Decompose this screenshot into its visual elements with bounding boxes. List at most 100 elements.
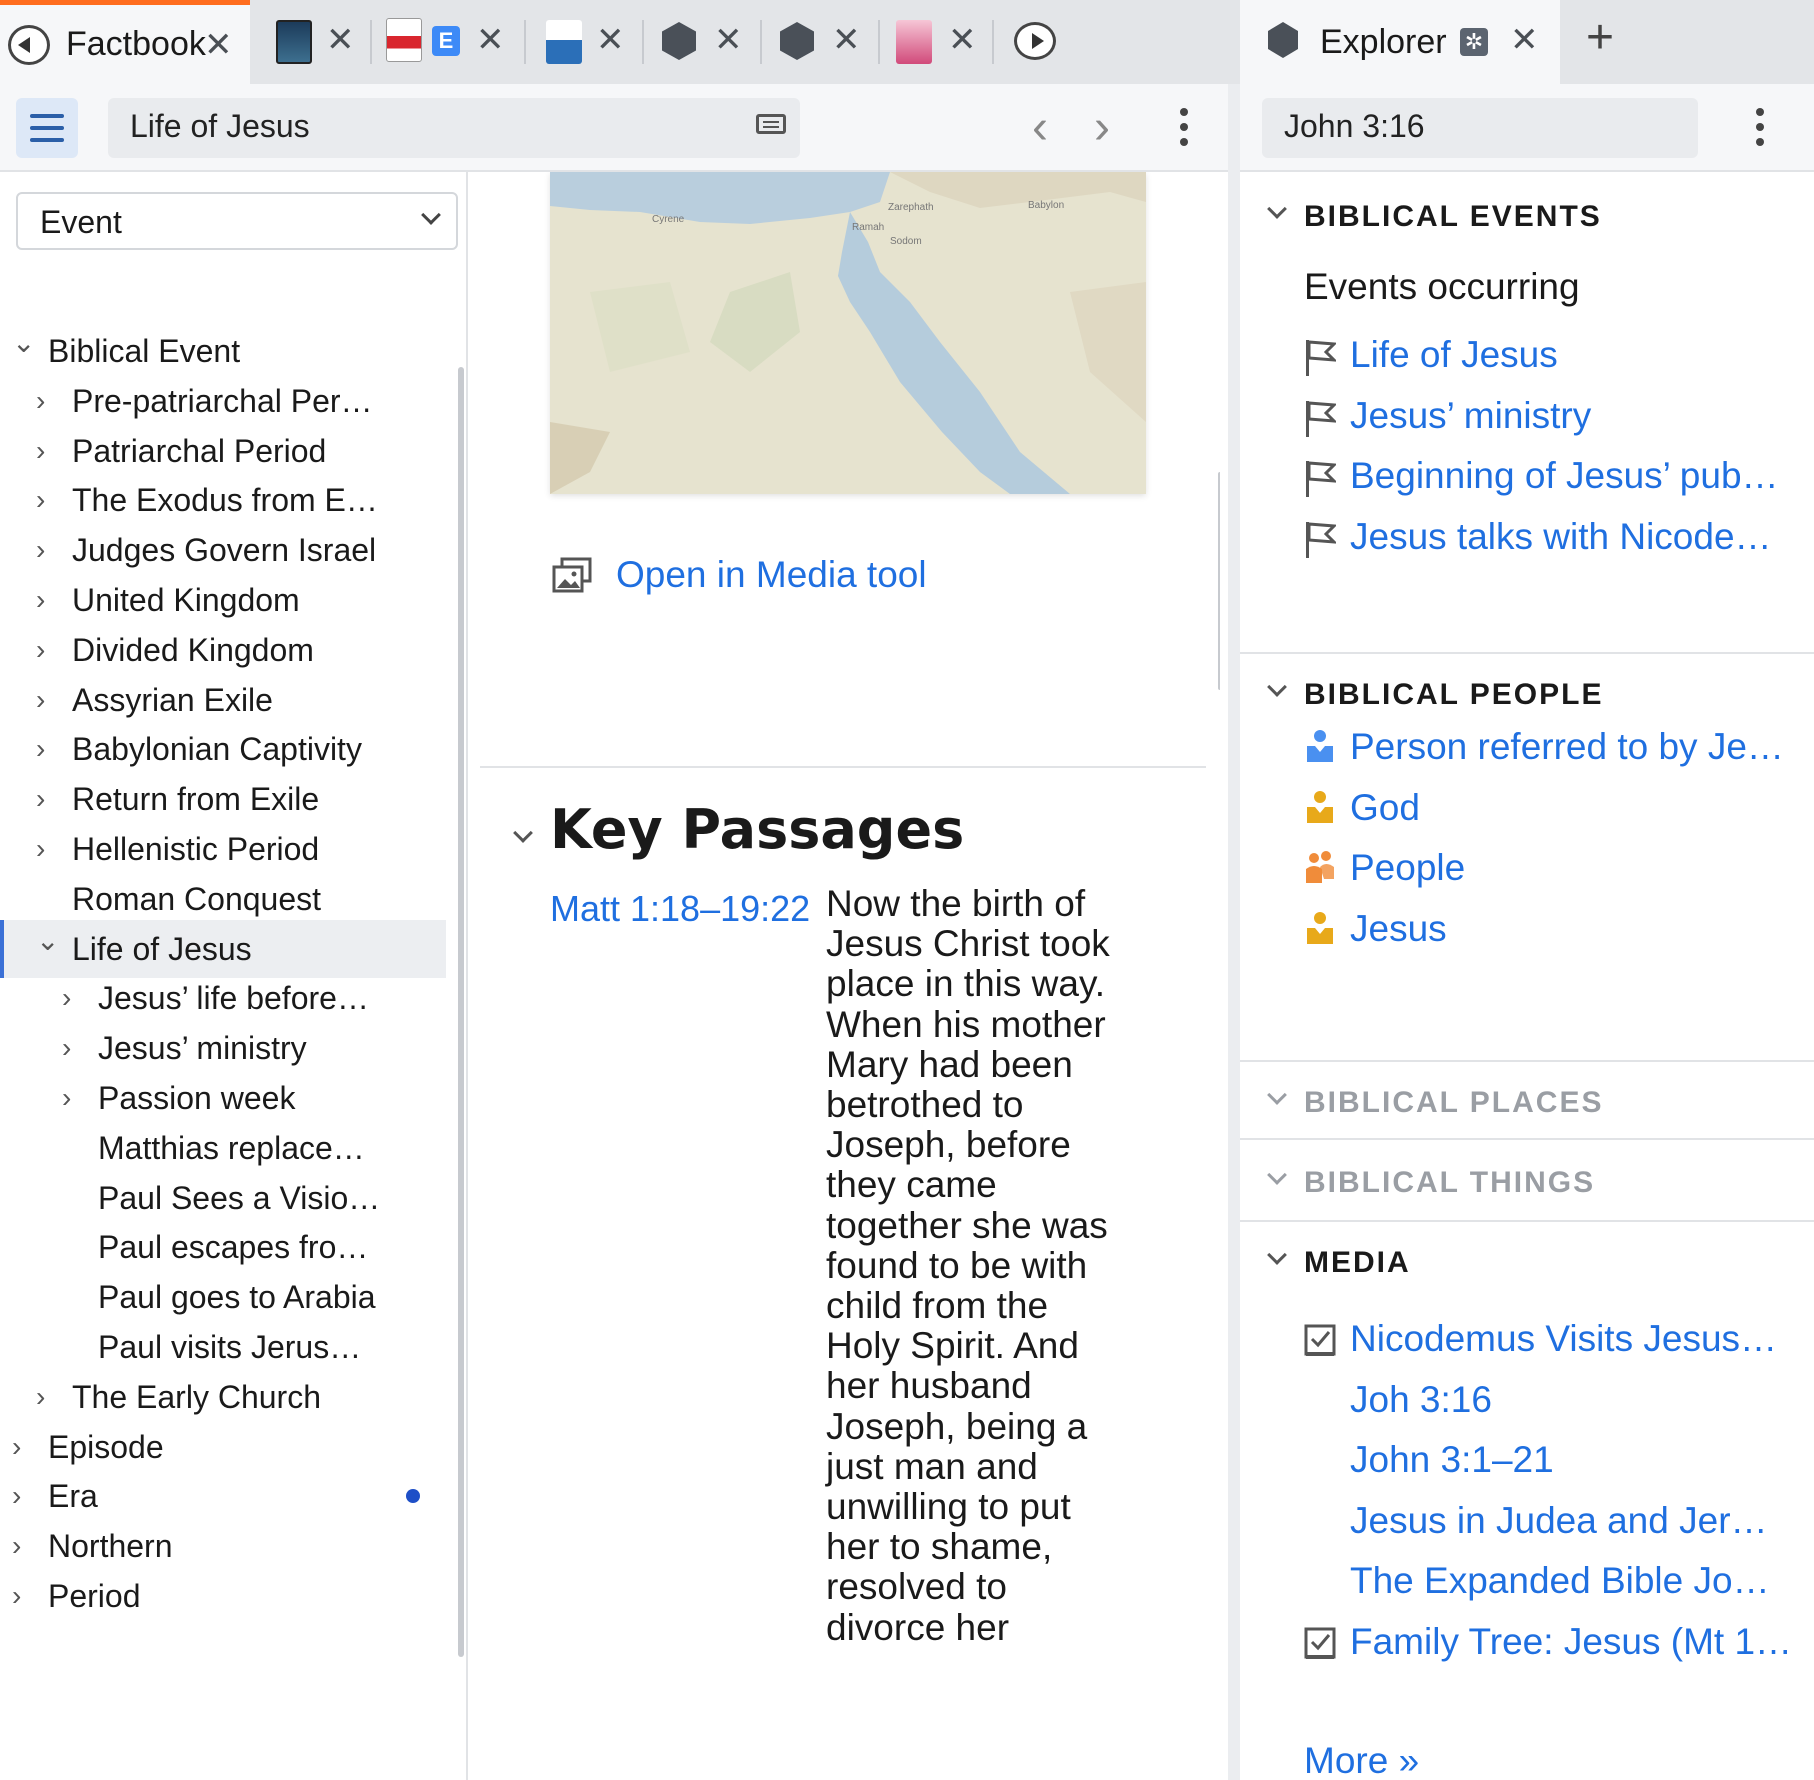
hexagon-tool-icon (662, 22, 696, 60)
chevron-right-icon[interactable]: › (12, 1567, 21, 1625)
more-link[interactable]: More » (1304, 1740, 1419, 1780)
tab-book-2[interactable]: E ✕ (372, 0, 524, 84)
tab-strip: Factbook ✕ ✕ E ✕ ✕ ✕ ✕ ✕ Explorer ✲ ✕ + (0, 0, 1814, 84)
chevron-down-icon[interactable] (1267, 1245, 1287, 1265)
person-link[interactable]: People (1350, 847, 1465, 889)
media-heading[interactable]: MEDIA (1304, 1246, 1411, 1280)
menu-icon[interactable] (16, 98, 78, 158)
book-thumbnail-icon (276, 20, 312, 64)
close-icon[interactable]: ✕ (714, 20, 743, 60)
map-label: Sodom (890, 236, 922, 247)
book-thumbnail-icon (546, 20, 582, 64)
pane-divider[interactable] (1228, 84, 1240, 1780)
flag-icon (1304, 399, 1338, 437)
media-link[interactable]: John 3:1–21 (1350, 1439, 1554, 1481)
type-filter-select[interactable]: Event (16, 192, 458, 250)
checkbox-icon (1304, 1625, 1336, 1659)
tab-book-4[interactable]: ✕ (880, 0, 992, 84)
person-link[interactable]: God (1350, 787, 1420, 829)
reference-input[interactable]: John 3:16 (1262, 98, 1698, 158)
media-play-icon (1014, 22, 1056, 60)
close-icon[interactable]: ✕ (596, 20, 625, 60)
explorer-toolbar: John 3:16 (1240, 84, 1814, 172)
person-icon (1304, 789, 1336, 823)
tab-explorer[interactable]: Explorer ✲ ✕ (1240, 0, 1560, 84)
person-icon (1304, 910, 1336, 944)
person-link[interactable]: Person referred to by Je… (1350, 726, 1784, 768)
explorer-pane: John 3:16 BIBLICAL EVENTS Events occurri… (1240, 84, 1814, 1780)
biblical-places-heading[interactable]: BIBLICAL PLACES (1304, 1086, 1603, 1120)
tab-tool-2[interactable]: ✕ (762, 0, 878, 84)
media-link[interactable]: Family Tree: Jesus (Mt 1… (1350, 1621, 1792, 1663)
biblical-events-heading[interactable]: BIBLICAL EVENTS (1304, 200, 1602, 234)
tree-item[interactable]: › Period (0, 1567, 446, 1625)
media-link[interactable]: Joh 3:16 (1350, 1379, 1492, 1421)
close-icon[interactable]: ✕ (326, 20, 355, 60)
factbook-search-input[interactable]: Life of Jesus (108, 98, 800, 158)
map-label: Babylon (1028, 200, 1065, 211)
biblical-things-heading[interactable]: BIBLICAL THINGS (1304, 1166, 1595, 1200)
chevron-down-icon[interactable]: ⌄ (12, 314, 35, 372)
explorer-icon (1268, 22, 1298, 58)
media-link[interactable]: The Expanded Bible Jo… (1350, 1560, 1770, 1602)
media-link[interactable]: Nicodemus Visits Jesus… (1350, 1318, 1777, 1360)
sync-icon[interactable]: ✲ (1460, 28, 1488, 56)
ebook-icon: E (432, 26, 460, 56)
tab-media[interactable] (994, 0, 1066, 84)
checkbox-icon (1304, 1322, 1336, 1356)
close-icon[interactable]: ✕ (948, 20, 977, 60)
keyboard-icon[interactable] (756, 114, 786, 134)
chevron-down-icon[interactable] (513, 823, 533, 843)
add-tab-button[interactable]: + (1586, 10, 1614, 65)
chevron-down-icon[interactable] (1267, 1085, 1287, 1105)
tab-factbook-label: Factbook (66, 25, 206, 63)
more-options-icon[interactable] (1180, 108, 1188, 148)
close-icon[interactable]: ✕ (832, 20, 861, 60)
close-icon[interactable]: ✕ (204, 25, 233, 65)
event-link[interactable]: Jesus’ ministry (1350, 395, 1591, 437)
more-options-icon[interactable] (1756, 108, 1764, 148)
events-subheading: Events occurring (1304, 266, 1580, 307)
passage-text: Now the birth of Jesus Christ took place… (826, 883, 1110, 1648)
reference-value: John 3:16 (1284, 108, 1425, 144)
image-gallery-icon (552, 557, 592, 593)
section-divider (1240, 1138, 1814, 1140)
close-icon[interactable]: ✕ (476, 20, 505, 60)
tab-tool-1[interactable]: ✕ (644, 0, 760, 84)
tab-book-3[interactable]: ✕ (526, 0, 642, 84)
section-divider (1240, 1220, 1814, 1222)
chevron-down-icon[interactable] (1267, 677, 1287, 697)
book-thumbnail-icon (386, 18, 422, 62)
map-label: Cyrene (652, 214, 685, 225)
event-link[interactable]: Jesus talks with Nicode… (1350, 516, 1772, 558)
open-in-media-tool-link[interactable]: Open in Media tool (552, 554, 927, 596)
map-image[interactable]: Cyrene Zarephath Babylon Ramah Sodom (550, 172, 1146, 494)
close-icon[interactable]: ✕ (1510, 20, 1539, 60)
chevron-down-icon (421, 205, 441, 225)
hexagon-tool-icon (780, 22, 814, 60)
tab-factbook[interactable]: Factbook ✕ (0, 0, 250, 84)
passage-reference-link[interactable]: Matt 1:18–19:22 (550, 888, 810, 930)
section-divider (1240, 652, 1814, 654)
tab-explorer-label: Explorer (1320, 22, 1447, 61)
event-link[interactable]: Life of Jesus (1350, 334, 1558, 376)
section-divider (1240, 1060, 1814, 1062)
biblical-people-heading[interactable]: BIBLICAL PEOPLE (1304, 678, 1603, 712)
event-link[interactable]: Beginning of Jesus’ pub… (1350, 455, 1779, 497)
flag-icon (1304, 338, 1338, 376)
back-arrow-icon[interactable]: ‹ (1032, 98, 1048, 158)
chevron-down-icon[interactable] (1267, 199, 1287, 219)
tree-item-label: Period (48, 1578, 141, 1614)
chevron-down-icon[interactable]: ⌄ (36, 912, 59, 970)
person-icon (1304, 728, 1336, 762)
tree-scrollbar[interactable] (458, 367, 464, 1657)
article-scrollbar[interactable] (1218, 472, 1220, 690)
type-filter-value: Event (40, 204, 122, 240)
person-link[interactable]: Jesus (1350, 908, 1447, 950)
flag-icon (1304, 459, 1338, 497)
forward-arrow-icon[interactable]: › (1094, 98, 1110, 158)
key-passages-heading[interactable]: Key Passages (550, 798, 964, 861)
tab-book-1[interactable]: ✕ (260, 0, 370, 84)
media-link[interactable]: Jesus in Judea and Jer… (1350, 1500, 1768, 1542)
chevron-down-icon[interactable] (1267, 1165, 1287, 1185)
